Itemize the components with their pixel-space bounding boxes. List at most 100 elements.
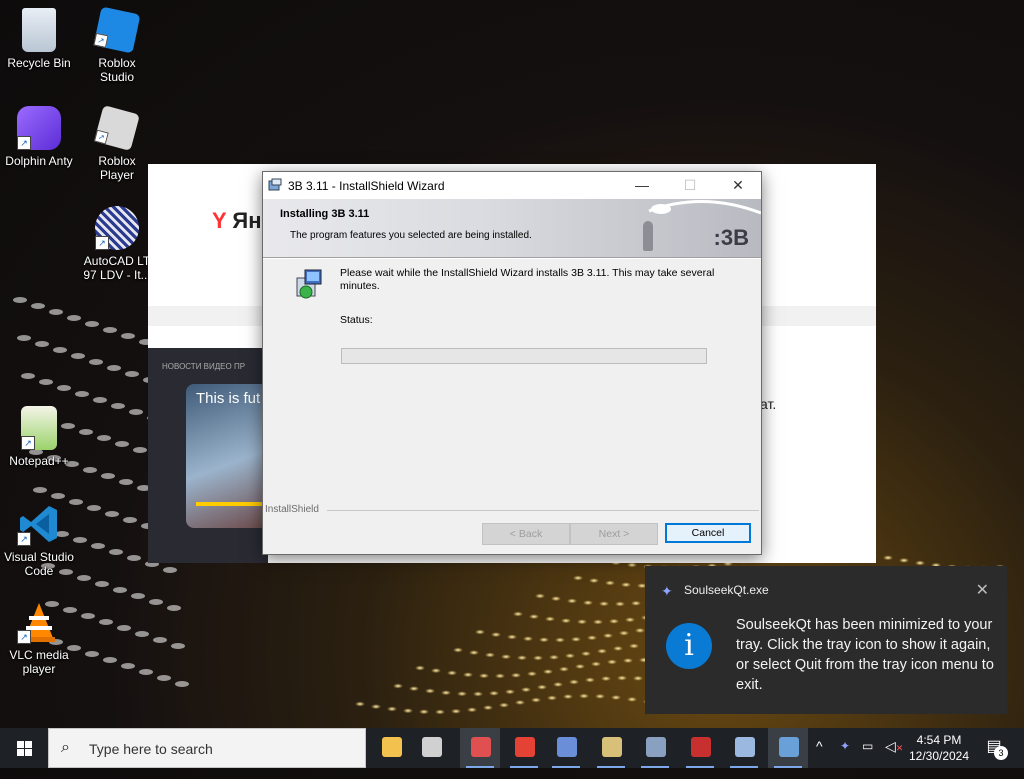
taskbar-app-roblox-player[interactable]: [411, 728, 451, 768]
next-button[interactable]: Next >: [570, 523, 658, 545]
wallpaper-dot: [71, 353, 85, 359]
desktop-icon-label: Recycle Bin: [7, 56, 71, 70]
installer-app-icon: [268, 178, 282, 191]
taskbar-search-box[interactable]: ⌕ Type here to search: [48, 728, 366, 768]
banner-divider: [263, 258, 761, 259]
title-bar[interactable]: 3B 3.11 - InstallShield Wizard — ☐ ✕: [263, 172, 761, 199]
maximize-button: ☐: [683, 177, 697, 193]
system-clock[interactable]: 4:54 PM 12/30/2024: [903, 732, 975, 764]
wallpaper-dot: [425, 688, 435, 694]
taskbar-app-red-app[interactable]: [680, 728, 720, 768]
wallpaper-dot: [153, 637, 167, 643]
wallpaper-dot: [605, 580, 615, 586]
video-progress[interactable]: [196, 502, 266, 506]
windows-logo-icon: [17, 741, 32, 756]
wallpaper-dot: [567, 598, 577, 604]
wallpaper-dot: [633, 675, 643, 681]
news-tabs[interactable]: НОВОСТИ ВИДЕО ПР: [162, 362, 245, 371]
search-icon: ⌕: [61, 739, 70, 756]
wallpaper-dot: [117, 625, 131, 631]
banner-brand: :3B: [713, 225, 749, 250]
wallpaper-dot: [537, 684, 547, 690]
taskbar-app-file-explorer[interactable]: [371, 728, 411, 768]
wallpaper-dot: [453, 647, 463, 653]
soulseek-tray-icon[interactable]: ✦: [840, 739, 850, 779]
wallpaper-dot: [533, 655, 543, 661]
wallpaper-dot: [575, 663, 585, 669]
setup-icon: [646, 737, 666, 757]
network-icon[interactable]: ▭: [862, 739, 873, 779]
tray-overflow-chevron[interactable]: ^: [816, 738, 823, 778]
notepad-plus-icon: ↗: [21, 406, 57, 450]
wallpaper-dot: [121, 663, 135, 669]
wallpaper-dot: [539, 637, 549, 643]
wizard-banner: Installing 3B 3.11 The program features …: [263, 199, 761, 258]
wallpaper-dot: [75, 391, 89, 397]
taskbar-app-acrobat[interactable]: [504, 728, 544, 768]
wallpaper-dot: [577, 619, 587, 625]
wallpaper-dot: [501, 654, 511, 660]
wallpaper-dot: [371, 704, 381, 710]
file-explorer-icon: [382, 737, 402, 757]
wallpaper-dot: [601, 676, 611, 682]
soulseek-notification[interactable]: ✦ SoulseekQt.exe ✕ i SoulseekQt has been…: [645, 566, 1007, 714]
taskbar-app-installshield[interactable]: [768, 728, 808, 768]
red-app-icon: [691, 737, 711, 757]
wallpaper-dot: [115, 441, 129, 447]
notification-close-button[interactable]: ✕: [976, 580, 989, 600]
installer-window[interactable]: 3B 3.11 - InstallShield Wizard — ☐ ✕ Ins…: [262, 171, 762, 555]
wallpaper-dot: [101, 473, 115, 479]
news-widget[interactable]: НОВОСТИ ВИДЕО ПР This is fut: [148, 348, 268, 563]
volume-muted-icon[interactable]: ◁✕: [885, 738, 903, 778]
wallpaper-dot: [31, 303, 45, 309]
wallpaper-dot: [89, 359, 103, 365]
wallpaper-dot: [499, 702, 509, 708]
wallpaper-dot: [57, 385, 71, 391]
setup-icon: [602, 737, 622, 757]
wallpaper-dot: [593, 619, 603, 625]
desktop-icon-roblox-studio[interactable]: ↗ Roblox Studio: [80, 6, 154, 84]
wallpaper-dot: [511, 672, 521, 678]
wallpaper-dot: [521, 687, 531, 693]
wallpaper-dot: [121, 333, 135, 339]
desktop-icon-roblox-player[interactable]: ↗ Roblox Player: [80, 105, 154, 182]
desktop-icon-label: VLC media player: [9, 648, 69, 676]
wallpaper-dot: [447, 670, 457, 676]
desktop-icon-vlc[interactable]: ↗ VLC media player: [2, 600, 76, 676]
desktop-icon-autocad[interactable]: ↗ AutoCAD LT 97 LDV - It...: [80, 206, 154, 282]
wallpaper-dot: [105, 511, 119, 517]
taskbar-app-setup[interactable]: [591, 728, 631, 768]
wallpaper-dot: [355, 701, 365, 707]
video-player[interactable]: This is fut: [186, 384, 268, 528]
wallpaper-dot: [585, 677, 595, 683]
wallpaper-dot: [97, 435, 111, 441]
taskbar-app-setup[interactable]: [546, 728, 586, 768]
wallpaper-dot: [13, 297, 27, 303]
wallpaper-dot: [613, 645, 623, 651]
wallpaper-dot: [435, 709, 445, 715]
cancel-button[interactable]: Cancel: [665, 523, 751, 543]
desktop-icon-vscode[interactable]: ↗ Visual Studio Code: [2, 502, 76, 578]
install-message: Please wait while the InstallShield Wiza…: [340, 267, 715, 292]
wallpaper-dot: [611, 694, 621, 700]
taskbar-app-installer-box[interactable]: [460, 728, 500, 768]
wallpaper-dot: [569, 679, 579, 685]
wallpaper-dot: [479, 673, 489, 679]
taskbar-app-setup[interactable]: [635, 728, 675, 768]
action-center-button[interactable]: ▤ 3: [980, 736, 1008, 760]
desktop-icon-dolphin-anty[interactable]: ↗ Dolphin Anty: [2, 106, 76, 168]
wallpaper-dot: [523, 636, 533, 642]
wallpaper-dot: [103, 327, 117, 333]
autocad-icon: ↗: [95, 206, 139, 250]
wallpaper-dot: [111, 403, 125, 409]
wallpaper-dot: [149, 599, 163, 605]
back-button[interactable]: < Back: [482, 523, 570, 545]
desktop-icon-recycle-bin[interactable]: Recycle Bin: [2, 8, 76, 70]
taskbar-app-network[interactable]: [724, 728, 764, 768]
close-button[interactable]: ✕: [715, 172, 761, 199]
wallpaper-dot: [627, 562, 637, 568]
network-icon: [735, 737, 755, 757]
minimize-button[interactable]: —: [619, 172, 665, 199]
desktop-icon-notepadpp[interactable]: ↗ Notepad++: [2, 406, 76, 468]
start-button[interactable]: [0, 728, 48, 768]
